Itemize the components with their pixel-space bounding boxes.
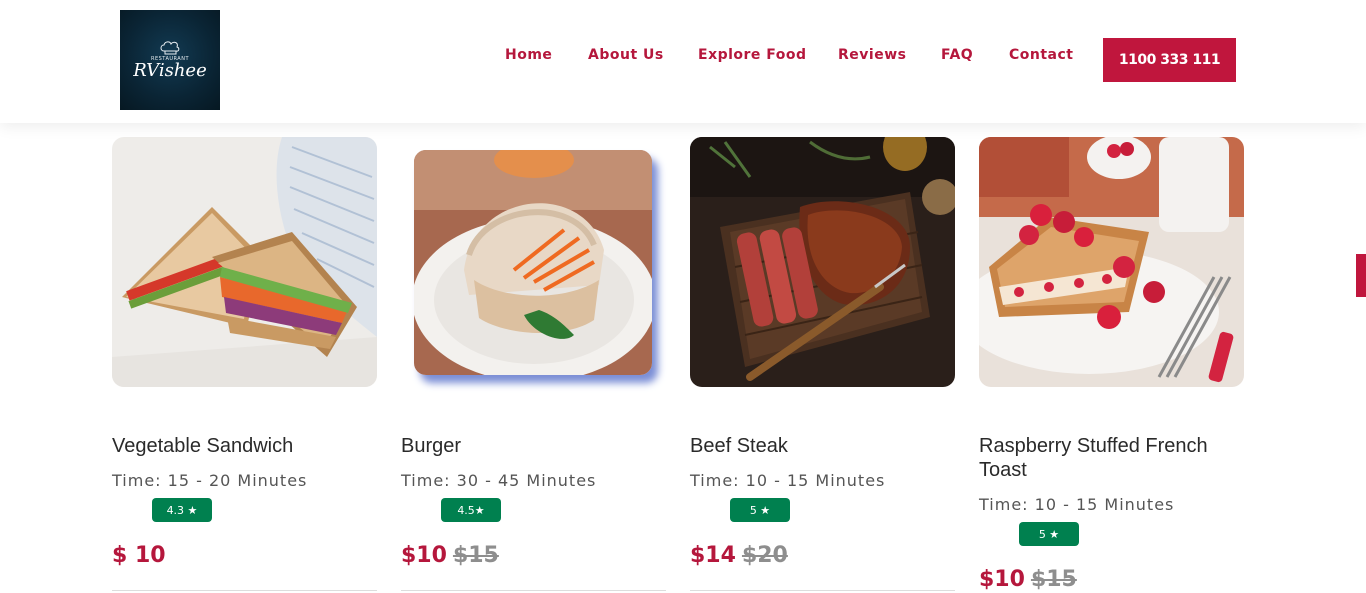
price: $ 10 [112, 543, 166, 568]
original-price: $20 [741, 543, 788, 568]
site-header: RESTAURANT RVishee Home About Us Explore… [0, 0, 1366, 123]
side-scroll-tab[interactable] [1356, 254, 1366, 297]
rating-badge: 5 ★ [730, 498, 790, 522]
card-divider [112, 590, 377, 591]
price: $14 $20 [690, 543, 788, 568]
rating-badge: 4.3 ★ [152, 498, 212, 522]
food-image-beef-steak[interactable] [690, 137, 955, 387]
food-image-vegetable-sandwich[interactable] [112, 137, 377, 387]
rating-badge: 4.5★ [441, 498, 501, 522]
food-image-burger[interactable] [414, 150, 652, 375]
food-card[interactable]: Vegetable Sandwich Time: 15 - 20 Minutes… [112, 137, 377, 591]
prep-time: Time: 30 - 45 Minutes [401, 471, 597, 490]
original-price: $15 [1030, 567, 1077, 592]
current-price: $ 10 [112, 543, 166, 568]
food-name: Raspberry Stuffed French Toast [979, 435, 1208, 481]
current-price: $10 [401, 543, 447, 568]
original-price: $15 [452, 543, 499, 568]
card-divider [401, 590, 666, 591]
nav-explore-food[interactable]: Explore Food [698, 47, 807, 63]
card-divider [690, 590, 955, 591]
food-card[interactable]: Beef Steak Time: 10 - 15 Minutes 5 ★ $14… [690, 137, 955, 591]
food-card[interactable]: Burger Time: 30 - 45 Minutes 4.5★ $10 $15 [401, 137, 666, 591]
current-price: $14 [690, 543, 736, 568]
food-card[interactable]: Raspberry Stuffed French Toast Time: 10 … [979, 137, 1244, 592]
food-name: Vegetable Sandwich [112, 435, 294, 457]
nav-home[interactable]: Home [505, 47, 552, 63]
food-image-raspberry-french-toast[interactable] [979, 137, 1244, 387]
price: $10 $15 [979, 567, 1077, 592]
nav-about-us[interactable]: About Us [588, 47, 664, 63]
prep-time: Time: 10 - 15 Minutes [979, 495, 1175, 514]
nav-reviews[interactable]: Reviews [838, 47, 906, 63]
nav-contact[interactable]: Contact [1009, 47, 1074, 63]
prep-time: Time: 10 - 15 Minutes [690, 471, 886, 490]
current-price: $10 [979, 567, 1025, 592]
phone-call-button[interactable]: 1100 333 111 [1103, 38, 1236, 82]
rating-badge: 5 ★ [1019, 522, 1079, 546]
price: $10 $15 [401, 543, 499, 568]
food-name: Beef Steak [690, 435, 788, 457]
prep-time: Time: 15 - 20 Minutes [112, 471, 308, 490]
nav-faq[interactable]: FAQ [941, 47, 973, 63]
food-name: Burger [401, 435, 462, 457]
